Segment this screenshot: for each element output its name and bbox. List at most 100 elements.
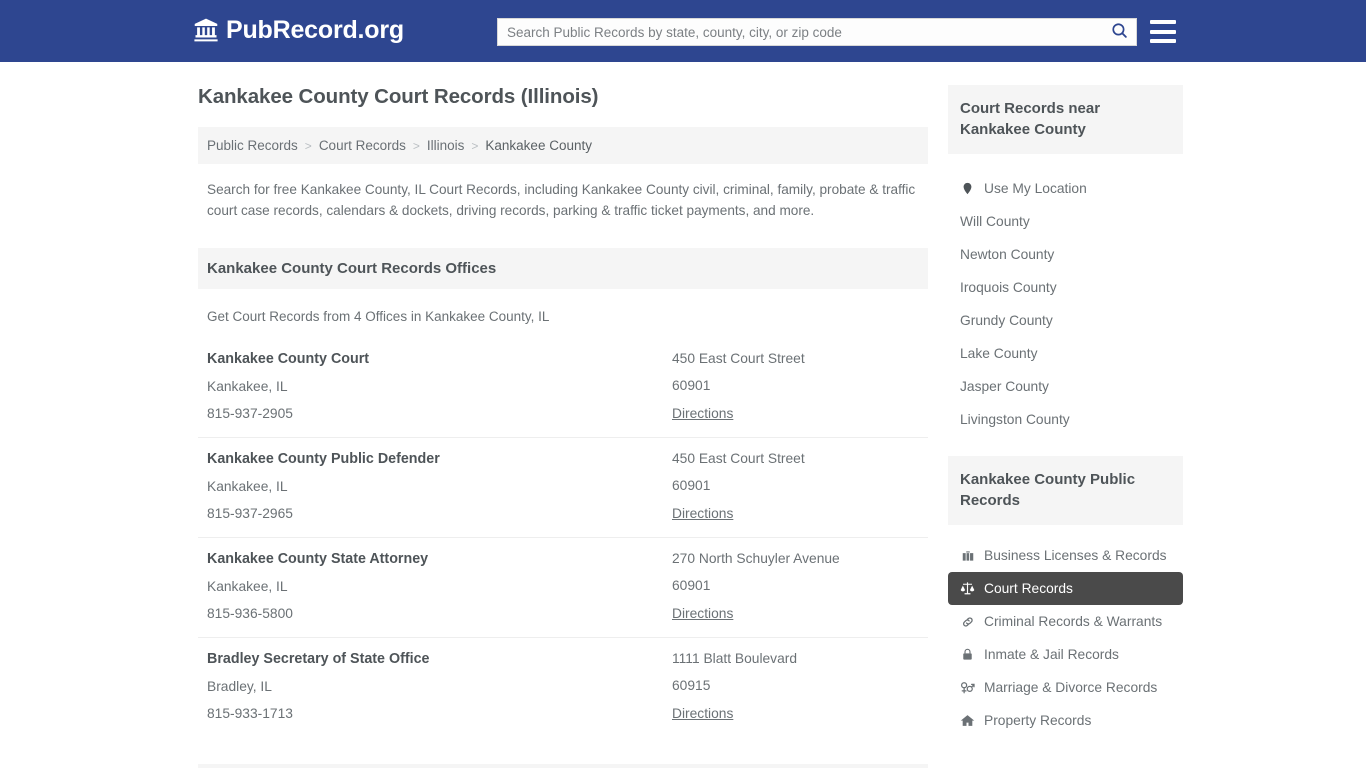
sidebar-item-label: Court Records xyxy=(984,581,1073,596)
office-street: 450 East Court Street xyxy=(672,451,805,466)
sidebar-item-business-licenses[interactable]: Business Licenses & Records xyxy=(948,539,1183,572)
breadcrumb-item-illinois[interactable]: Illinois xyxy=(427,138,465,153)
directions-link[interactable]: Directions xyxy=(672,606,733,621)
office-zip: 60901 xyxy=(672,478,711,493)
sidebar-item-property-records[interactable]: Property Records xyxy=(948,704,1183,737)
office-city-state: Kankakee, IL xyxy=(207,479,288,494)
sidebar-item-label: Criminal Records & Warrants xyxy=(984,614,1163,629)
search-bar[interactable] xyxy=(497,18,1137,46)
sidebar-item-label: Inmate & Jail Records xyxy=(984,647,1119,662)
office-phone: 815-933-1713 xyxy=(207,706,293,721)
sidebar-item-label: Iroquois County xyxy=(960,280,1057,295)
page-title: Kankakee County Court Records (Illinois) xyxy=(198,85,599,108)
office-details: Kankakee County Court Kankakee, IL 815-9… xyxy=(207,351,672,423)
sidebar-nearby-list: Use My Location Will County Newton Count… xyxy=(948,168,1183,436)
directions-link[interactable]: Directions xyxy=(672,706,733,721)
office-name: Bradley Secretary of State Office xyxy=(207,651,430,667)
house-icon xyxy=(960,713,975,728)
sidebar-item-grundy-county[interactable]: Grundy County xyxy=(948,304,1183,337)
office-city-state: Kankakee, IL xyxy=(207,579,288,594)
offices-list: Kankakee County Court Kankakee, IL 815-9… xyxy=(198,338,928,737)
breadcrumb-item-public-records[interactable]: Public Records xyxy=(207,138,298,153)
office-zip: 60901 xyxy=(672,578,711,593)
directions-link[interactable]: Directions xyxy=(672,506,733,521)
chain-link-icon xyxy=(960,614,975,629)
offices-section-subheading: Get Court Records from 4 Offices in Kank… xyxy=(207,309,550,324)
sidebar-public-records-heading: Kankakee County Public Records xyxy=(948,456,1183,525)
hamburger-bar xyxy=(1150,29,1176,34)
office-phone: 815-936-5800 xyxy=(207,606,293,621)
sidebar-item-use-my-location[interactable]: Use My Location xyxy=(948,168,1183,205)
sidebar-item-marriage-divorce-records[interactable]: Marriage & Divorce Records xyxy=(948,671,1183,704)
bank-icon xyxy=(193,17,219,43)
breadcrumb-separator-icon: > xyxy=(304,138,312,153)
office-details: Bradley Secretary of State Office Bradle… xyxy=(207,651,672,723)
office-details: Kankakee County Public Defender Kankakee… xyxy=(207,451,672,523)
table-row: Kankakee County State Attorney Kankakee,… xyxy=(198,538,928,638)
breadcrumb-item-court-records[interactable]: Court Records xyxy=(319,138,406,153)
sidebar-item-label: Use My Location xyxy=(984,181,1087,196)
sidebar-item-inmate-jail-records[interactable]: Inmate & Jail Records xyxy=(948,638,1183,671)
breadcrumb-separator-icon: > xyxy=(412,138,420,153)
main-content: Kankakee County Court Records (Illinois)… xyxy=(198,85,928,768)
table-row: Kankakee County Court Kankakee, IL 815-9… xyxy=(198,338,928,438)
hamburger-menu-icon[interactable] xyxy=(1150,20,1176,43)
sidebar-item-lake-county[interactable]: Lake County xyxy=(948,337,1183,370)
directions-link[interactable]: Directions xyxy=(672,406,733,421)
sidebar-item-criminal-records[interactable]: Criminal Records & Warrants xyxy=(948,605,1183,638)
sidebar-item-label: Grundy County xyxy=(960,313,1053,328)
gender-symbols-icon xyxy=(960,680,975,695)
map-pin-icon xyxy=(960,181,975,196)
databases-section-heading: Kankakee County Court Records Databases xyxy=(198,764,928,768)
sidebar-item-label: Will County xyxy=(960,214,1030,229)
sidebar-item-label: Property Records xyxy=(984,713,1092,728)
office-name: Kankakee County Court xyxy=(207,351,370,367)
sidebar-item-iroquois-county[interactable]: Iroquois County xyxy=(948,271,1183,304)
sidebar-item-livingston-county[interactable]: Livingston County xyxy=(948,403,1183,436)
search-icon xyxy=(1111,22,1128,42)
office-zip: 60901 xyxy=(672,378,711,393)
scales-of-justice-icon xyxy=(960,581,975,596)
breadcrumb-item-kankakee-county: Kankakee County xyxy=(485,138,592,153)
sidebar-nearby-heading: Court Records near Kankakee County xyxy=(948,85,1183,154)
table-row: Bradley Secretary of State Office Bradle… xyxy=(198,638,928,737)
page-intro-text: Search for free Kankakee County, IL Cour… xyxy=(207,182,916,218)
office-name: Kankakee County Public Defender xyxy=(207,451,440,467)
office-street: 270 North Schuyler Avenue xyxy=(672,551,840,566)
office-address: 450 East Court Street 60901 Directions xyxy=(672,351,919,423)
office-street: 450 East Court Street xyxy=(672,351,805,366)
sidebar-item-newton-county[interactable]: Newton County xyxy=(948,238,1183,271)
sidebar-item-label: Jasper County xyxy=(960,379,1049,394)
site-logo-link[interactable]: PubRecord.org xyxy=(193,17,404,43)
office-city-state: Kankakee, IL xyxy=(207,379,288,394)
sidebar-item-court-records[interactable]: Court Records xyxy=(948,572,1183,605)
sidebar-item-label: Newton County xyxy=(960,247,1055,262)
office-zip: 60915 xyxy=(672,678,711,693)
hamburger-bar xyxy=(1150,20,1176,24)
sidebar: Court Records near Kankakee County Use M… xyxy=(948,85,1183,737)
office-address: 1111 Blatt Boulevard 60915 Directions xyxy=(672,651,919,723)
sidebar-item-label: Marriage & Divorce Records xyxy=(984,680,1158,695)
search-input[interactable] xyxy=(498,19,1102,45)
hamburger-bar xyxy=(1150,39,1176,43)
breadcrumb-separator-icon: > xyxy=(471,138,479,153)
offices-section-heading: Kankakee County Court Records Offices xyxy=(198,248,928,289)
sidebar-item-label: Lake County xyxy=(960,346,1038,361)
sidebar-item-label: Business Licenses & Records xyxy=(984,548,1167,563)
lock-icon xyxy=(960,647,975,662)
office-phone: 815-937-2965 xyxy=(207,506,293,521)
office-city-state: Bradley, IL xyxy=(207,679,272,694)
office-street: 1111 Blatt Boulevard xyxy=(672,651,798,666)
office-phone: 815-937-2905 xyxy=(207,406,293,421)
office-address: 270 North Schuyler Avenue 60901 Directio… xyxy=(672,551,919,623)
office-address: 450 East Court Street 60901 Directions xyxy=(672,451,919,523)
sidebar-item-jasper-county[interactable]: Jasper County xyxy=(948,370,1183,403)
sidebar-item-label: Livingston County xyxy=(960,412,1070,427)
sidebar-public-records-list: Business Licenses & Records Court Record… xyxy=(948,539,1183,737)
site-header: PubRecord.org xyxy=(0,0,1366,62)
search-button[interactable] xyxy=(1102,19,1136,45)
sidebar-item-will-county[interactable]: Will County xyxy=(948,205,1183,238)
briefcase-icon xyxy=(960,548,975,563)
table-row: Kankakee County Public Defender Kankakee… xyxy=(198,438,928,538)
breadcrumb: Public Records > Court Records > Illinoi… xyxy=(198,127,928,164)
